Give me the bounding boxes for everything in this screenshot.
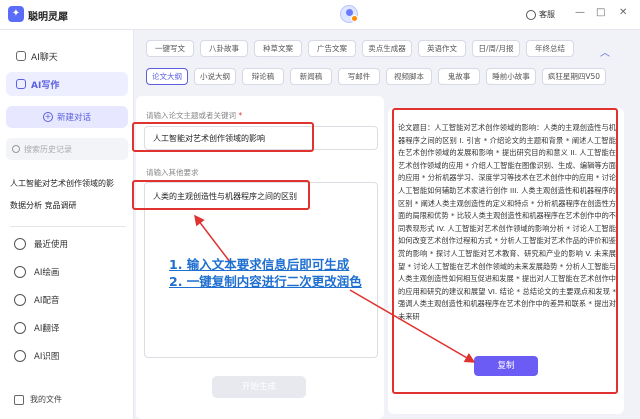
history-item[interactable]: 数据分析 竞品调研 (10, 200, 132, 211)
maximize-button[interactable]: □ (596, 7, 605, 18)
image-icon (14, 350, 26, 362)
history-search-placeholder: 搜索历史记录 (24, 144, 72, 154)
tag-press-release[interactable]: 新闻稿 (290, 68, 332, 85)
main-area: 一键写文 八卦故事 种草文案 广告文案 卖点生成器 英语作文 日/周/月报 年终… (134, 30, 640, 419)
sidebar-divider (10, 226, 126, 227)
tool-ai-drawing[interactable]: AI绘画 (14, 266, 59, 278)
app-title: 聪明灵犀 (28, 12, 68, 23)
tag-crazy-thursday[interactable]: 疯狂星期四V50 (542, 68, 606, 85)
plus-icon: + (42, 112, 53, 122)
tool-label: AI绘画 (34, 268, 60, 278)
tool-label: AI翻译 (34, 324, 60, 334)
tool-label: AI配音 (34, 296, 60, 306)
tag-write-email[interactable]: 写邮件 (338, 68, 380, 85)
tag-ad-copy[interactable]: 广告文案 (308, 40, 356, 57)
minimize-button[interactable]: — (575, 7, 585, 18)
tag-selling-point-generator[interactable]: 卖点生成器 (362, 40, 412, 57)
tag-one-click-article[interactable]: 一键写文 (146, 40, 194, 57)
topic-label: 请输入论文主题或者关键词 * (146, 110, 242, 121)
support-label: 客服 (539, 10, 555, 19)
tool-ai-translate[interactable]: AI翻译 (14, 322, 59, 334)
tag-year-end-summary[interactable]: 年终总结 (526, 40, 574, 57)
app-logo-icon: ✦ (8, 6, 24, 22)
new-chat-label: 新建对话 (56, 113, 91, 123)
tag-thesis-outline[interactable]: 论文大纲 (146, 68, 188, 85)
output-panel: 论文题目：人工智能对艺术创作领域的影响：人类的主观创造性与机器程序之间的区别 I… (388, 108, 624, 414)
tool-label: 最近使用 (34, 240, 69, 250)
tag-gossip-story[interactable]: 八卦故事 (200, 40, 248, 57)
title-bar: ✦ 聪明灵犀 客服 — □ ✕ (0, 0, 640, 30)
other-requirements-label: 请输入其他要求 (146, 168, 199, 177)
required-mark: * (236, 111, 243, 120)
sidebar-item-ai-chat[interactable]: AI聊天 (6, 44, 128, 68)
tag-seeding-copy[interactable]: 种草文案 (254, 40, 302, 57)
support-button[interactable]: 客服 (526, 9, 555, 20)
generated-output-text[interactable]: 论文题目：人工智能对艺术创作领域的影响：人类的主观创造性与机器程序之间的区别 I… (398, 122, 616, 352)
tag-english-essay[interactable]: 英语作文 (418, 40, 466, 57)
history-item[interactable]: 人工智能对艺术创作领域的影 (10, 178, 132, 189)
avatar-badge-icon (351, 15, 358, 22)
audio-icon (14, 294, 26, 306)
tool-ai-voice[interactable]: AI配音 (14, 294, 59, 306)
tag-bedtime-story[interactable]: 睡前小故事 (486, 68, 536, 85)
tag-novel-outline[interactable]: 小说大纲 (194, 68, 236, 85)
start-generate-button[interactable]: 开始生成 (212, 376, 306, 398)
sidebar-item-label: AI聊天 (31, 52, 58, 63)
sidebar-item-ai-writing[interactable]: AI写作 (6, 72, 128, 96)
tool-label: AI识图 (34, 352, 60, 362)
translate-icon (14, 322, 26, 334)
tag-reports[interactable]: 日/周/月报 (472, 40, 520, 57)
copy-button[interactable]: 复制 (474, 356, 538, 376)
new-chat-button[interactable]: + 新建对话 (6, 106, 128, 128)
my-files-button[interactable]: 我的文件 (14, 394, 62, 405)
topic-label-text: 请输入论文主题或者关键词 (146, 111, 236, 120)
sidebar: AI聊天 AI写作 + 新建对话 搜索历史记录 人工智能对艺术创作领域的影 数据… (0, 30, 134, 419)
tool-ai-image-recognition[interactable]: AI识图 (14, 350, 59, 362)
tag-debate-script[interactable]: 辩论稿 (242, 68, 284, 85)
annotation-step-2: 2. 一键复制内容进行二次更改润色 (169, 274, 362, 289)
clock-icon (14, 238, 26, 250)
headset-icon (526, 9, 536, 20)
sidebar-item-label: AI写作 (31, 80, 60, 91)
tool-recent[interactable]: 最近使用 (14, 238, 68, 250)
chat-icon (16, 51, 26, 61)
tag-video-script[interactable]: 视频脚本 (386, 68, 432, 85)
history-search-input[interactable]: 搜索历史记录 (6, 138, 128, 160)
brush-icon (14, 266, 26, 278)
search-icon (12, 145, 20, 153)
topic-input[interactable]: 人工智能对艺术创作领域的影响 (144, 126, 378, 150)
chevron-up-icon[interactable]: ︿ (600, 44, 610, 59)
folder-icon (14, 394, 24, 405)
my-files-label: 我的文件 (30, 395, 62, 404)
pen-icon (16, 79, 26, 89)
tag-ghost-story[interactable]: 鬼故事 (438, 68, 480, 85)
close-button[interactable]: ✕ (619, 7, 627, 18)
